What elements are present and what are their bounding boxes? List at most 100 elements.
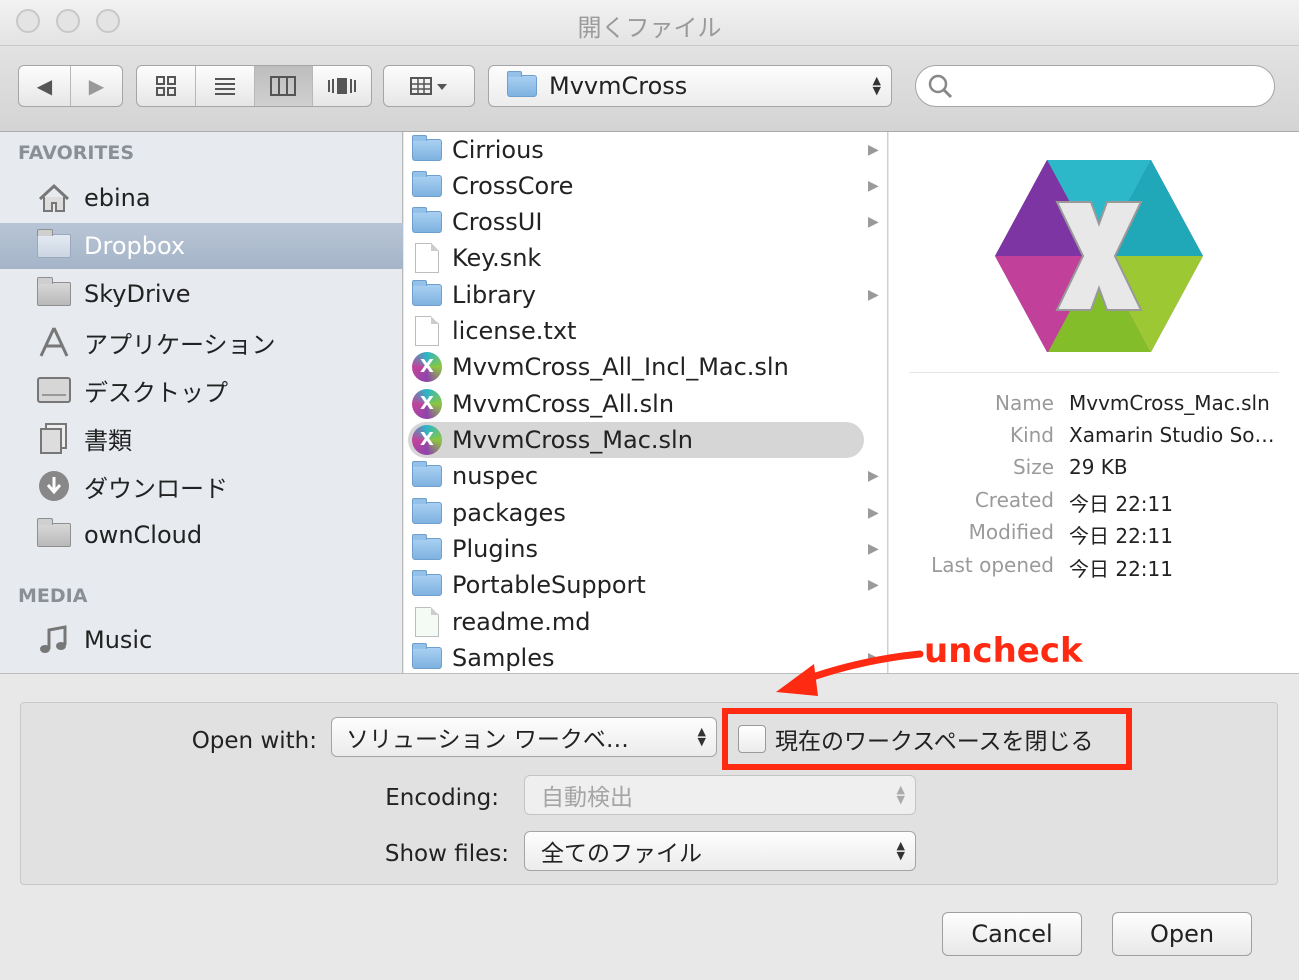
downloads-icon [34,469,74,503]
sidebar: FAVORITES ebina Dropbox SkyDrive アプリケーショ… [0,132,403,673]
file-name: Plugins [452,535,538,563]
open-with-value: ソリューション ワークベ… [346,727,629,753]
forward-button[interactable]: ▶ [71,66,122,106]
xamarin-solution-icon [412,389,442,419]
file-row[interactable]: MvvmCross_All.sln [404,386,887,422]
folder-icon [412,171,442,197]
favorites-header: FAVORITES [18,142,135,164]
list-view-icon [214,78,235,95]
file-row[interactable]: Key.snk [404,240,887,276]
file-name: nuspec [452,462,539,490]
back-button[interactable]: ◀ [19,66,71,106]
preview-modified-label: Modified [968,520,1054,544]
disclosure-arrow-icon: ▶ [868,287,879,303]
search-input[interactable] [960,72,1260,100]
file-name: readme.md [452,608,591,636]
location-popup[interactable]: MvvmCross ▲ ▼ [488,65,892,107]
file-name: CrossCore [452,172,574,200]
encoding-popup[interactable]: 自動検出 ▲ ▼ [524,775,916,815]
folder-icon [34,229,74,263]
encoding-label: Encoding: [385,785,499,811]
folder-icon [412,498,442,524]
sidebar-item-dropbox[interactable]: Dropbox [0,223,403,269]
sidebar-item-music[interactable]: Music [0,617,403,663]
sidebar-item-label: ebina [84,184,151,212]
annotation-arrow-icon [776,650,924,696]
window-title: 開くファイル [577,14,722,42]
sidebar-item-label: Music [84,626,153,654]
file-row[interactable]: Plugins ▶ [404,531,887,567]
back-arrow-icon: ◀ [36,74,53,98]
arrange-grid-icon [410,77,447,95]
folder-icon [34,277,74,311]
title-bar: 開くファイル [0,0,1299,46]
disclosure-arrow-icon: ▶ [868,142,879,158]
preview-last-opened-value: 今日 22:11 [1069,557,1173,581]
preview-kind-label: Kind [1009,423,1054,447]
sidebar-item-desktop[interactable]: デスクトップ [0,367,403,413]
sidebar-item-skydrive[interactable]: SkyDrive [0,271,403,317]
folder-icon [412,280,442,306]
show-files-popup[interactable]: 全てのファイル ▲ ▼ [524,831,916,871]
sidebar-item-downloads[interactable]: ダウンロード [0,463,403,509]
open-file-dialog: 開くファイル ◀ ▶ MvvmCross ▲ ▼ FAVORITES ebina… [0,0,1299,980]
arrange-button[interactable] [383,65,475,107]
file-name: license.txt [452,317,577,345]
folder-icon [412,135,442,161]
file-row[interactable]: license.txt [404,313,887,349]
cancel-button[interactable]: Cancel [942,912,1082,956]
preview-name-value: MvvmCross_Mac.sln [1069,391,1270,415]
sidebar-item-label: ownCloud [84,521,203,549]
file-row[interactable]: readme.md [404,604,887,640]
search-field[interactable] [915,65,1275,107]
preview-created-label: Created [974,488,1054,512]
preview-pane: Name MvvmCross_Mac.sln Kind Xamarin Stud… [889,132,1299,673]
file-row[interactable]: packages ▶ [404,495,887,531]
desktop-icon [34,373,74,407]
file-row[interactable]: CrossCore ▶ [404,168,887,204]
open-with-popup[interactable]: ソリューション ワークベ… ▲ ▼ [331,717,717,757]
icon-view-button[interactable] [137,66,196,106]
column-view-button[interactable] [254,66,314,106]
folder-icon [412,207,442,233]
music-icon [34,623,74,657]
icon-view-icon [155,76,176,96]
document-icon [415,316,439,346]
popup-arrows-icon: ▲ ▼ [896,839,905,862]
file-row[interactable]: MvvmCross_All_Incl_Mac.sln [404,349,887,385]
sidebar-item-applications[interactable]: アプリケーション [0,319,403,365]
sidebar-item-owncloud[interactable]: ownCloud [0,512,403,558]
document-icon [415,607,439,637]
file-row[interactable]: Cirrious ▶ [404,132,887,168]
sidebar-item-ebina[interactable]: ebina [0,175,403,221]
popup-arrows-icon: ▲ ▼ [872,74,881,97]
file-row[interactable]: PortableSupport ▶ [404,567,887,603]
disclosure-arrow-icon: ▶ [868,178,879,194]
toolbar: ◀ ▶ MvvmCross ▲ ▼ [0,46,1299,132]
sidebar-item-documents[interactable]: 書類 [0,415,403,461]
sidebar-item-label: SkyDrive [84,280,191,308]
preview-size-label: Size [1012,455,1054,479]
preview-last-opened-label: Last opened [931,553,1054,577]
column-view-icon [270,76,297,96]
file-name: Samples [452,644,555,672]
file-name: MvvmCross_All_Incl_Mac.sln [452,353,789,381]
file-row[interactable]: CrossUI ▶ [404,204,887,240]
nav-segment: ◀ ▶ [18,65,123,107]
file-name: Key.snk [452,244,542,272]
preview-modified-value: 今日 22:11 [1069,524,1173,548]
show-files-label: Show files: [384,841,509,867]
file-name: Library [452,281,536,309]
popup-arrows-icon: ▲ ▼ [697,725,706,748]
disclosure-arrow-icon: ▶ [868,577,879,593]
coverflow-view-button[interactable] [313,66,371,106]
list-view-button[interactable] [196,66,255,106]
sidebar-item-label: デスクトップ [84,378,228,407]
folder-icon [412,643,442,669]
file-row[interactable]: nuspec ▶ [404,458,887,494]
home-icon [34,181,74,215]
open-button[interactable]: Open [1112,912,1252,956]
file-name: packages [452,499,566,527]
file-row-selected[interactable]: MvvmCross_Mac.sln [404,422,887,458]
file-row[interactable]: Library ▶ [404,277,887,313]
